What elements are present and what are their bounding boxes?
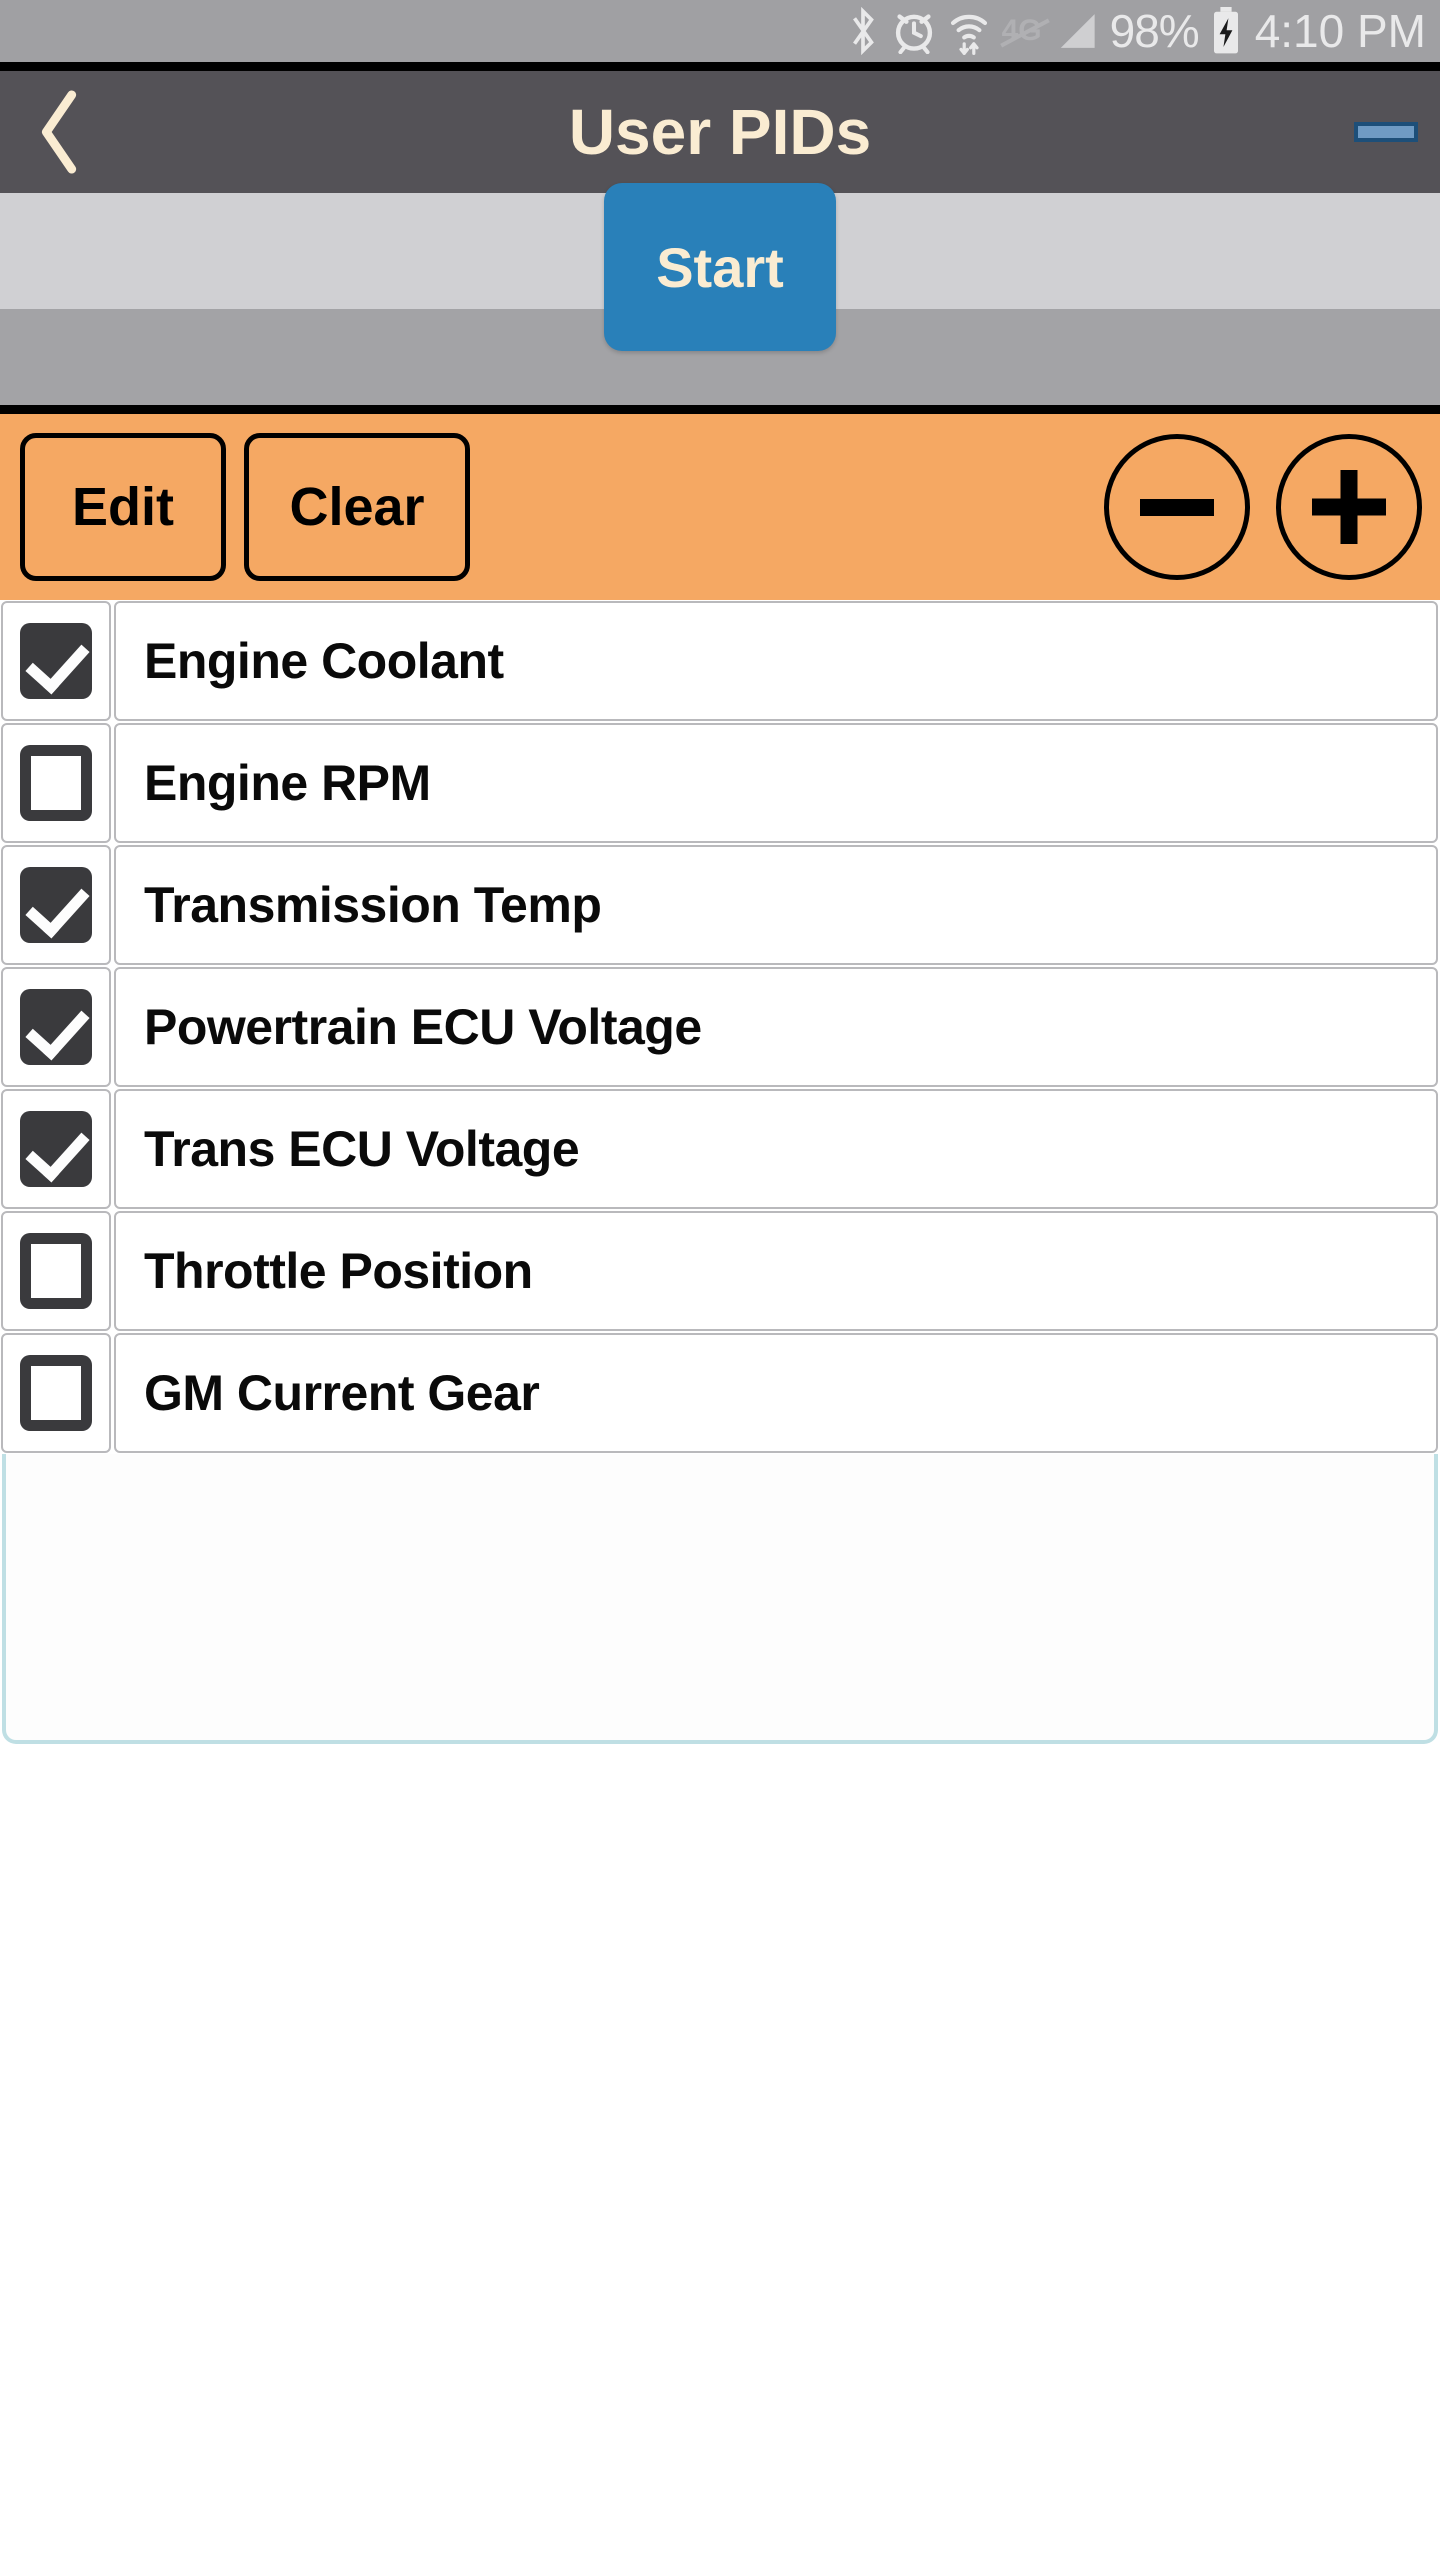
battery-percent-label: 98% — [1109, 5, 1200, 57]
pid-checkbox-cell[interactable] — [1, 1211, 111, 1331]
empty-list-area — [2, 1454, 1438, 1744]
pid-checkbox-cell[interactable] — [1, 967, 111, 1087]
table-row[interactable]: GM Current Gear — [0, 1332, 1440, 1454]
pid-checkbox-cell[interactable] — [1, 845, 111, 965]
status-bar: 4G 98% 4:10 PM — [0, 0, 1440, 62]
remove-pid-button[interactable] — [1104, 434, 1250, 580]
alarm-icon — [892, 8, 936, 54]
pid-label-cell[interactable]: Trans ECU Voltage — [114, 1089, 1438, 1209]
pid-label-cell[interactable]: Engine RPM — [114, 723, 1438, 843]
pid-checkbox-cell[interactable] — [1, 723, 111, 843]
wifi-icon — [948, 7, 990, 55]
table-row[interactable]: Engine Coolant — [0, 600, 1440, 722]
minimize-button[interactable] — [1354, 122, 1418, 142]
table-row[interactable]: Engine RPM — [0, 722, 1440, 844]
checkbox-unchecked-icon[interactable] — [20, 1355, 92, 1431]
table-row[interactable]: Powertrain ECU Voltage — [0, 966, 1440, 1088]
clock-label: 4:10 PM — [1254, 5, 1426, 57]
pid-label-cell[interactable]: GM Current Gear — [114, 1333, 1438, 1453]
edit-button[interactable]: Edit — [20, 433, 226, 581]
signal-icon — [1054, 8, 1098, 54]
mobile-data-off-icon: 4G — [999, 16, 1050, 48]
title-bar: User PIDs — [0, 71, 1440, 193]
pid-label: Engine Coolant — [144, 633, 504, 689]
pid-label: Trans ECU Voltage — [144, 1121, 580, 1177]
battery-charging-icon — [1211, 7, 1241, 55]
add-pid-button[interactable] — [1276, 434, 1422, 580]
checkbox-checked-icon[interactable] — [20, 623, 92, 699]
pid-checkbox-cell[interactable] — [1, 1333, 111, 1453]
pid-label-cell[interactable]: Engine Coolant — [114, 601, 1438, 721]
pid-label: GM Current Gear — [144, 1365, 540, 1421]
start-section: Start — [0, 183, 1440, 351]
pid-label-cell[interactable]: Powertrain ECU Voltage — [114, 967, 1438, 1087]
pid-label-cell[interactable]: Throttle Position — [114, 1211, 1438, 1331]
table-row[interactable]: Trans ECU Voltage — [0, 1088, 1440, 1210]
checkbox-checked-icon[interactable] — [20, 989, 92, 1065]
pid-checkbox-cell[interactable] — [1, 601, 111, 721]
pid-toolbar: Edit Clear — [0, 414, 1440, 600]
checkbox-checked-icon[interactable] — [20, 1111, 92, 1187]
pid-label: Powertrain ECU Voltage — [144, 999, 702, 1055]
page-title: User PIDs — [568, 96, 872, 168]
checkbox-checked-icon[interactable] — [20, 867, 92, 943]
table-row[interactable]: Throttle Position — [0, 1210, 1440, 1332]
checkbox-unchecked-icon[interactable] — [20, 1233, 92, 1309]
pid-list: Engine Coolant Engine RPM Transmission Tem… — [0, 600, 1440, 1454]
pid-checkbox-cell[interactable] — [1, 1089, 111, 1209]
start-button[interactable]: Start — [604, 183, 836, 351]
table-row[interactable]: Transmission Temp — [0, 844, 1440, 966]
bluetooth-icon — [846, 7, 880, 55]
pid-label: Throttle Position — [144, 1243, 533, 1299]
top-divider — [0, 62, 1440, 71]
pid-label: Engine RPM — [144, 755, 431, 811]
minus-icon — [1140, 498, 1214, 516]
pid-label: Transmission Temp — [144, 877, 602, 933]
back-button[interactable] — [30, 90, 90, 174]
clear-button[interactable]: Clear — [244, 433, 470, 581]
stepper-group — [1104, 434, 1422, 580]
toolbar-top-divider — [0, 405, 1440, 414]
pid-label-cell[interactable]: Transmission Temp — [114, 845, 1438, 965]
plus-icon — [1312, 470, 1386, 544]
checkbox-unchecked-icon[interactable] — [20, 745, 92, 821]
